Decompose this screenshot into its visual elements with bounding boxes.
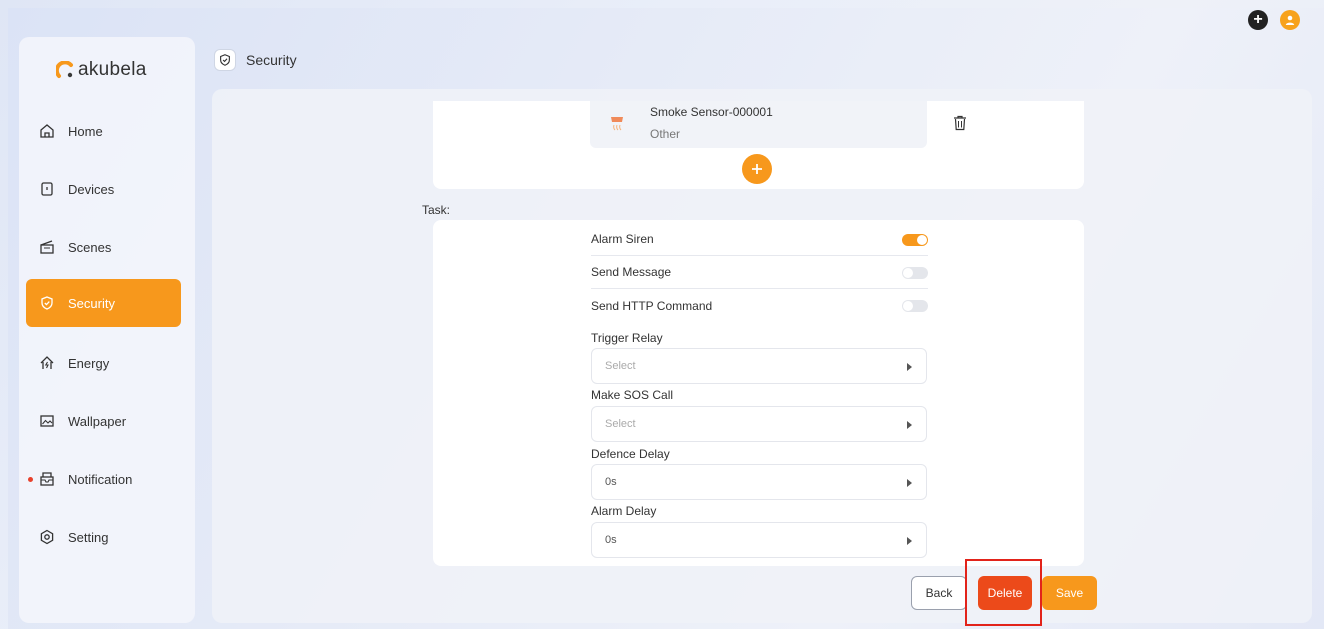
sidebar-item-label: Notification: [68, 471, 133, 487]
brand-name: akubela: [78, 59, 147, 80]
caret-right-icon: [907, 479, 912, 487]
devices-icon: [38, 180, 56, 198]
select-value: 0s: [605, 534, 617, 546]
unread-dot: [28, 477, 33, 482]
task-label: Task:: [422, 203, 451, 217]
toggle-label: Send Message: [591, 265, 672, 279]
alarm-delay-select[interactable]: 0s: [591, 522, 927, 558]
user-avatar-icon[interactable]: [1280, 10, 1300, 30]
defence-delay-select[interactable]: 0s: [591, 464, 927, 500]
sidebar-item-security[interactable]: Security: [26, 279, 181, 327]
device-name: Smoke Sensor-000001: [650, 105, 773, 119]
back-button[interactable]: Back: [911, 576, 967, 610]
defence-delay-label: Defence Delay: [591, 447, 670, 461]
task-row-send-message: Send Message: [591, 256, 928, 289]
sidebar-item-label: Home: [68, 123, 103, 139]
alarm-delay-label: Alarm Delay: [591, 504, 657, 518]
plus-icon: [752, 164, 762, 174]
sidebar-item-home[interactable]: Home: [26, 107, 181, 155]
save-button[interactable]: Save: [1042, 576, 1097, 610]
device-type: Other: [650, 127, 681, 141]
top-right-toolbar: +: [1248, 10, 1300, 30]
sidebar: akubela Home Devices Scenes Security Ene…: [19, 37, 195, 623]
trigger-card: Smoke Sensor-000001 Other: [433, 101, 1084, 189]
task-row-send-http-command: Send HTTP Command: [591, 289, 928, 322]
toggle-label: Alarm Siren: [591, 232, 654, 246]
sidebar-item-scenes[interactable]: Scenes: [26, 223, 181, 271]
home-icon: [38, 122, 56, 140]
sidebar-item-label: Energy: [68, 355, 110, 371]
sidebar-item-label: Scenes: [68, 239, 112, 255]
task-card: Alarm Siren Send Message Send HTTP Comma…: [433, 220, 1084, 566]
trigger-relay-select[interactable]: Select: [591, 348, 927, 384]
sidebar-item-label: Wallpaper: [68, 413, 127, 429]
sidebar-item-setting[interactable]: Setting: [26, 513, 181, 561]
trigger-relay-label: Trigger Relay: [591, 331, 663, 345]
notification-icon: [38, 470, 56, 488]
select-value: 0s: [605, 476, 617, 488]
make-sos-call-select[interactable]: Select: [591, 406, 927, 442]
akubela-logo-icon: [54, 60, 74, 79]
scenes-icon: [38, 238, 56, 256]
trash-icon[interactable]: [953, 115, 967, 131]
send-message-toggle[interactable]: [902, 267, 928, 279]
sidebar-item-notification[interactable]: Notification: [26, 455, 181, 503]
sidebar-item-devices[interactable]: Devices: [26, 165, 181, 213]
send-http-command-toggle[interactable]: [902, 300, 928, 312]
add-trigger-button[interactable]: [742, 154, 772, 184]
select-value: Select: [605, 360, 636, 372]
wallpaper-icon: [38, 412, 56, 430]
sidebar-item-wallpaper[interactable]: Wallpaper: [26, 397, 181, 445]
sidebar-item-label: Devices: [68, 181, 115, 197]
trigger-device-row[interactable]: Smoke Sensor-000001 Other: [590, 101, 927, 148]
sidebar-item-energy[interactable]: Energy: [26, 339, 181, 387]
delete-highlight-box: [965, 559, 1042, 626]
caret-right-icon: [907, 363, 912, 371]
select-value: Select: [605, 418, 636, 430]
shield-icon: [214, 49, 236, 71]
sidebar-item-label: Security: [68, 295, 115, 311]
caret-right-icon: [907, 537, 912, 545]
sidebar-item-label: Setting: [68, 529, 109, 545]
setting-icon: [38, 528, 56, 546]
make-sos-call-label: Make SOS Call: [591, 388, 674, 402]
add-icon[interactable]: +: [1248, 10, 1268, 30]
task-row-alarm-siren: Alarm Siren: [591, 223, 928, 256]
shield-icon: [38, 294, 56, 312]
alarm-siren-toggle[interactable]: [902, 234, 928, 246]
page-header: Security: [214, 49, 297, 71]
caret-right-icon: [907, 421, 912, 429]
main-panel: Smoke Sensor-000001 Other Task: Alarm Si…: [212, 89, 1312, 626]
energy-icon: [38, 354, 56, 372]
toggle-label: Send HTTP Command: [591, 298, 713, 313]
page-title: Security: [246, 52, 297, 68]
logo: akubela: [54, 59, 147, 81]
smoke-sensor-icon: [610, 115, 624, 137]
